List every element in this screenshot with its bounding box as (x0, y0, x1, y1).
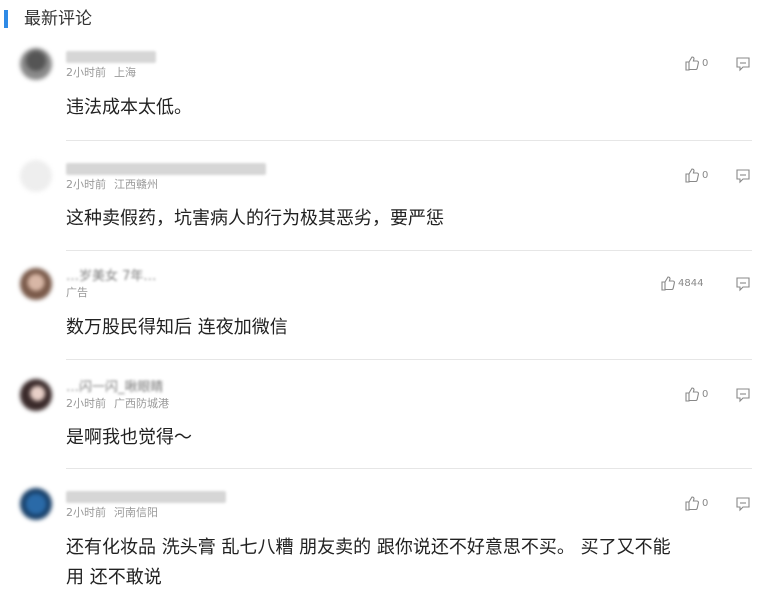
like-count: 0 (702, 169, 709, 181)
comment-text: 是啊我也觉得～ (66, 427, 192, 448)
avatar[interactable] (20, 488, 52, 520)
ad-label: 广告 (66, 286, 88, 299)
divider (66, 359, 752, 360)
divider (66, 140, 752, 141)
like-count: 0 (702, 388, 709, 400)
section-title: 最新评论 (24, 9, 92, 29)
accent-bar (4, 10, 8, 28)
section-header: 最新评论 (0, 6, 770, 30)
reply-button[interactable] (734, 168, 752, 188)
comment-time: 2小时前 (66, 397, 106, 410)
comment-time: 2小时前 (66, 178, 106, 191)
username[interactable]: …闪一闪_啾眼睛 (66, 379, 164, 397)
reply-button[interactable] (734, 56, 752, 76)
avatar[interactable] (20, 268, 52, 300)
like-button[interactable]: 4844 (660, 274, 703, 292)
comment-text: 违法成本太低。 (66, 97, 192, 118)
thumbs-up-icon (684, 386, 700, 402)
username[interactable] (66, 488, 226, 506)
reply-button[interactable] (734, 496, 752, 516)
reply-bubble-icon (734, 57, 752, 76)
username[interactable]: …岁美女 7年… (66, 268, 156, 286)
like-button[interactable]: 0 (684, 494, 708, 512)
thumbs-up-icon (684, 167, 700, 183)
divider (66, 468, 752, 469)
comment-meta: 2小时前 江西赣州 (66, 178, 158, 192)
comment-meta: 2小时前 上海 (66, 66, 136, 80)
comment-location: 广西防城港 (114, 397, 169, 410)
like-count: 0 (702, 497, 709, 509)
comment-location: 江西赣州 (114, 178, 158, 191)
reply-button[interactable] (734, 387, 752, 407)
username[interactable] (66, 48, 156, 66)
like-count: 0 (702, 57, 709, 69)
thumbs-up-icon (660, 275, 676, 291)
like-button[interactable]: 0 (684, 166, 708, 184)
reply-button[interactable] (734, 276, 752, 296)
thumbs-up-icon (684, 55, 700, 71)
like-button[interactable]: 0 (684, 385, 708, 403)
reply-bubble-icon (734, 277, 752, 296)
comment-text-line: 还有化妆品 洗头膏 乱七八糟 朋友卖的 跟你说还不好意思不买。 买了又不能 (66, 537, 671, 558)
like-button[interactable]: 0 (684, 54, 708, 72)
comment-text-line: 用 还不敢说 (66, 567, 162, 588)
comment-meta: 2小时前 广西防城港 (66, 397, 169, 411)
thumbs-up-icon (684, 495, 700, 511)
reply-bubble-icon (734, 388, 752, 407)
comment-text[interactable]: 数万股民得知后 连夜加微信 (66, 313, 746, 343)
comment-meta: 2小时前 河南信阳 (66, 506, 158, 520)
reply-bubble-icon (734, 497, 752, 516)
comment-location: 上海 (114, 66, 136, 79)
comment-location: 河南信阳 (114, 506, 158, 519)
comment-time: 2小时前 (66, 506, 106, 519)
like-count: 4844 (678, 277, 704, 289)
avatar[interactable] (20, 48, 52, 80)
avatar[interactable] (20, 379, 52, 411)
comment-text: 还有化妆品 洗头膏 乱七八糟 朋友卖的 跟你说还不好意思不买。 买了又不能 用 … (66, 533, 746, 593)
comment-time: 2小时前 (66, 66, 106, 79)
reply-bubble-icon (734, 169, 752, 188)
divider (66, 250, 752, 251)
username[interactable] (66, 160, 266, 178)
comment-text: 这种卖假药，坑害病人的行为极其恶劣，要严惩 (66, 208, 444, 229)
avatar[interactable] (20, 160, 52, 192)
comment-meta: 广告 (66, 286, 88, 300)
